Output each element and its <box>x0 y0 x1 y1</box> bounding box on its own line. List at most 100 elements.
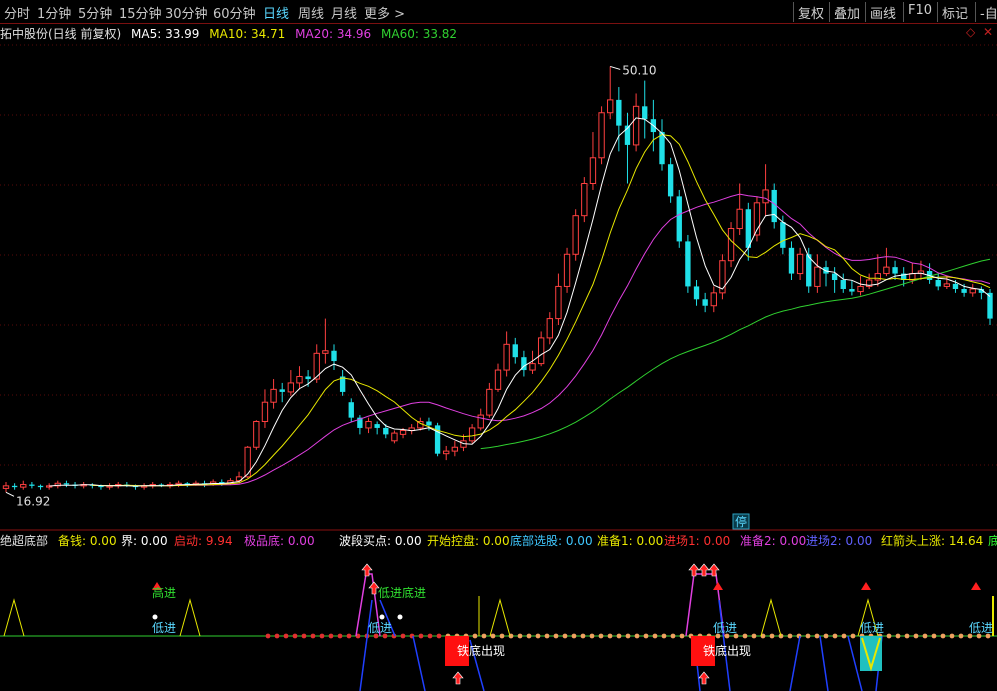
high-entry-label: 高进 <box>152 585 176 600</box>
baseline-dot <box>436 633 442 639</box>
iron-bottom-label: 铁底出现 <box>703 643 751 658</box>
candle-body <box>426 421 432 426</box>
baseline-dot <box>742 633 748 639</box>
ma10-line <box>92 134 991 487</box>
baseline-dot <box>283 633 289 639</box>
baseline-dot <box>499 633 505 639</box>
candle-body <box>468 427 476 442</box>
low-entry-label: 低进 <box>860 621 884 635</box>
low-entry-label: 低进 <box>368 621 392 635</box>
indicator-item-11: 红箭头上涨: 14.64 <box>881 534 984 548</box>
halt-label: 停 <box>735 514 747 529</box>
bottom-entry-label: 低进底进 <box>378 585 426 600</box>
signal-line <box>789 635 801 691</box>
baseline-dot <box>625 633 631 639</box>
baseline-dot <box>922 633 928 639</box>
baseline-dot <box>832 633 838 639</box>
candle-body <box>477 414 484 429</box>
baseline-dot <box>310 633 316 639</box>
candle-body <box>935 280 941 287</box>
price-chart: 50.10 16.92 停高进低进 低进底进低进 低进 低进 低进铁底出现 铁底出现 <box>0 44 997 691</box>
baseline-dot <box>823 633 829 639</box>
candle-body <box>685 241 691 287</box>
signal-dot <box>397 614 403 620</box>
candle-body <box>814 266 821 287</box>
candle-body <box>563 253 571 287</box>
candle-body <box>451 446 459 452</box>
candle-body <box>391 432 398 442</box>
candle-body <box>702 299 708 306</box>
baseline-dot <box>400 633 406 639</box>
baseline-dot <box>427 633 433 639</box>
candle-body <box>383 427 389 435</box>
candle-body <box>529 363 536 371</box>
indicator-item-5: 开始控盘: 0.00 <box>427 534 510 548</box>
candle-body <box>486 388 493 416</box>
indicator-item-1: 界: 0.00 <box>121 534 168 548</box>
signal-dot <box>152 614 158 620</box>
candle-body <box>874 273 881 281</box>
baseline-dot <box>949 633 955 639</box>
baseline-dot <box>805 633 811 639</box>
baseline-dot <box>319 633 325 639</box>
signal-triangle <box>760 598 782 637</box>
candle-body <box>598 112 605 159</box>
candle-body <box>287 382 295 393</box>
baseline-dot <box>292 633 298 639</box>
baseline-dot <box>913 633 919 639</box>
candle-body <box>572 215 579 255</box>
baseline-dot <box>652 633 658 639</box>
candle-body <box>63 483 70 485</box>
candle-body <box>589 157 597 185</box>
baseline-dot <box>751 633 757 639</box>
candle-body <box>857 285 864 293</box>
baseline-dot <box>670 633 676 639</box>
candle-body <box>365 421 372 429</box>
baseline-dot <box>346 633 352 639</box>
candle-body <box>616 99 622 126</box>
baseline-dot <box>769 633 775 639</box>
baseline-dot <box>553 633 559 639</box>
signal-triangle <box>179 598 201 637</box>
baseline-dot <box>274 633 280 639</box>
candle-body <box>244 446 251 478</box>
signal-line <box>819 635 829 691</box>
signal-line <box>847 635 863 691</box>
candle-body <box>537 337 545 365</box>
baseline-dot <box>661 633 667 639</box>
candle-body <box>261 401 269 423</box>
low-entry-label: 低进 <box>152 621 176 635</box>
candle-body <box>969 288 976 294</box>
candle-body <box>399 430 407 435</box>
baseline-dot <box>301 633 307 639</box>
candle-body <box>892 267 898 274</box>
baseline-dot <box>814 633 820 639</box>
candle-body <box>322 350 329 354</box>
signal-line <box>412 635 426 691</box>
candle-body <box>279 389 285 392</box>
baseline-dot <box>634 633 640 639</box>
baseline-dot <box>562 633 568 639</box>
candle-body <box>546 318 553 339</box>
candle-body <box>296 375 303 384</box>
indicator-item-12: 底 <box>988 534 997 548</box>
candle-body <box>840 280 846 290</box>
candle-body <box>762 189 769 204</box>
baseline-dot <box>580 633 586 639</box>
ma5-line <box>49 117 991 487</box>
candle-body <box>788 247 795 274</box>
candle-body <box>20 484 27 488</box>
indicator-item-4: 波段买点: 0.00 <box>339 534 422 548</box>
high-pointer <box>610 65 621 70</box>
candle-body <box>305 376 311 380</box>
baseline-dot <box>337 633 343 639</box>
candle-body <box>952 283 959 290</box>
candle-body <box>11 485 18 488</box>
candle-body <box>849 289 855 292</box>
baseline-dot <box>328 633 334 639</box>
indicator-item-6: 底部选股: 0.00 <box>510 534 593 548</box>
baseline-dot <box>679 633 685 639</box>
candle-body <box>831 273 838 280</box>
candle-body <box>710 292 717 307</box>
candle-body <box>374 424 380 428</box>
